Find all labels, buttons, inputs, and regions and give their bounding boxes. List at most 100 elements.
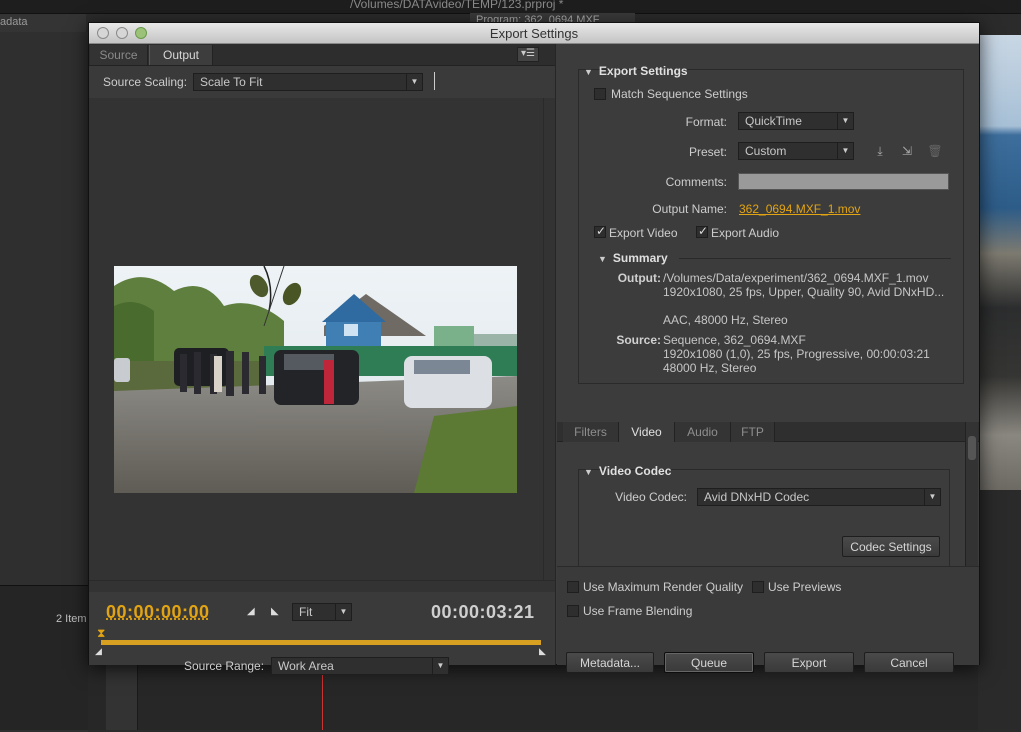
playhead-marker-icon[interactable]: ⧗: [97, 626, 105, 641]
export-video-label: Export Video: [609, 226, 678, 240]
frame-blending-label: Use Frame Blending: [583, 604, 692, 618]
summary-source-label: Source:: [603, 333, 661, 347]
summary-output-line: /Volumes/Data/experiment/362_0694.MXF_1.…: [663, 271, 928, 285]
summary-source-line: 48000 Hz, Stereo: [663, 361, 756, 375]
program-monitor-preview: [978, 35, 1021, 490]
duration-timecode: 00:00:03:21: [431, 602, 535, 623]
source-range-value: Work Area: [278, 659, 334, 673]
preset-dropdown[interactable]: Custom ▼: [738, 142, 854, 160]
export-audio-label: Export Audio: [711, 226, 779, 240]
tab-video[interactable]: Video: [619, 422, 675, 442]
summary-heading[interactable]: ▼ Summary: [598, 251, 668, 265]
summary-divider: [679, 258, 951, 259]
tab-output[interactable]: Output: [149, 45, 213, 65]
tab-ftp[interactable]: FTP: [731, 422, 775, 442]
save-preset-icon[interactable]: ⤓: [872, 144, 888, 158]
tab-audio[interactable]: Audio: [675, 422, 731, 442]
crop-divider: [434, 72, 435, 90]
match-sequence-label: Match Sequence Settings: [611, 87, 748, 101]
cancel-button[interactable]: Cancel: [864, 652, 954, 673]
chevron-down-icon: ▼: [924, 489, 940, 505]
timeline-panel: [88, 665, 978, 730]
project-title: /Volumes/DATAvideo/TEMP/123.prproj *: [350, 0, 563, 11]
export-settings-heading-text: Export Settings: [599, 64, 688, 78]
summary-heading-text: Summary: [613, 251, 668, 265]
summary-output-line: AAC, 48000 Hz, Stereo: [663, 313, 788, 327]
metadata-button[interactable]: Metadata...: [566, 652, 654, 673]
zoom-fit-dropdown[interactable]: Fit ▼: [292, 603, 352, 621]
output-name-link[interactable]: 362_0694.MXF_1.mov: [739, 202, 860, 216]
frame-blending-checkbox[interactable]: [567, 605, 579, 617]
tools-panel: [106, 665, 138, 730]
use-previews-label: Use Previews: [768, 580, 841, 594]
range-end-handle-icon[interactable]: ◣: [539, 646, 546, 657]
max-render-quality-checkbox[interactable]: [567, 581, 579, 593]
video-frame: [114, 266, 517, 493]
summary-output-line: 1920x1080, 25 fps, Upper, Quality 90, Av…: [663, 285, 944, 299]
use-previews-checkbox[interactable]: [752, 581, 764, 593]
set-out-point-icon[interactable]: ◣: [271, 606, 282, 617]
source-range-label: Source Range:: [184, 659, 264, 673]
current-timecode[interactable]: 00:00:00:00: [106, 602, 210, 623]
chevron-down-icon: ▼: [837, 113, 853, 129]
scrollbar-thumb[interactable]: [968, 436, 976, 460]
export-settings-heading[interactable]: ▼ Export Settings: [584, 64, 688, 78]
triangle-expanded-icon: ▼: [598, 254, 607, 264]
codec-settings-button[interactable]: Codec Settings: [842, 536, 940, 557]
summary-source-line: Sequence, 362_0694.MXF: [663, 333, 806, 347]
chevron-down-icon: ▼: [406, 74, 422, 90]
video-codec-group: ▼ Video Codec Video Codec: Avid DNxHD Cod…: [578, 469, 950, 569]
export-video-checkbox[interactable]: [594, 226, 606, 238]
video-codec-dropdown[interactable]: Avid DNxHD Codec ▼: [697, 488, 941, 506]
dialog-title: Export Settings: [89, 26, 979, 41]
dialog-titlebar[interactable]: Export Settings: [89, 23, 979, 44]
chevron-down-icon: ▼: [837, 143, 853, 159]
delete-preset-icon[interactable]: 🗑: [927, 144, 943, 158]
export-settings-dialog: Export Settings Source Output ▾☰ Source …: [88, 22, 980, 665]
video-codec-heading[interactable]: ▼ Video Codec: [584, 464, 671, 478]
queue-button[interactable]: Queue: [664, 652, 754, 673]
video-codec-value: Avid DNxHD Codec: [704, 490, 809, 504]
export-button[interactable]: Export: [764, 652, 854, 673]
program-monitor-controls: [978, 490, 1021, 730]
tab-filters[interactable]: Filters: [563, 422, 619, 442]
video-preview-area: [89, 98, 543, 580]
max-render-quality-label: Use Maximum Render Quality: [583, 580, 743, 594]
export-audio-checkbox[interactable]: [696, 226, 708, 238]
panel-menu-icon[interactable]: ▾☰: [517, 47, 539, 62]
range-start-handle-icon[interactable]: ◢: [95, 646, 102, 657]
preset-value: Custom: [745, 144, 786, 158]
comments-field[interactable]: [738, 173, 949, 190]
summary-output-label: Output:: [603, 271, 661, 285]
video-codec-label: Video Codec:: [599, 490, 687, 504]
match-sequence-checkbox[interactable]: [594, 88, 606, 100]
preset-label: Preset:: [639, 145, 727, 159]
settings-pane: ▼ Export Settings Match Sequence Settings…: [557, 44, 979, 665]
video-settings-area: ▼ Video Codec Video Codec: Avid DNxHD Cod…: [557, 442, 965, 566]
import-preset-icon[interactable]: ⇲: [899, 144, 915, 158]
chevron-down-icon: ▼: [335, 604, 351, 620]
source-range-dropdown[interactable]: Work Area ▼: [271, 657, 449, 675]
project-panel: [0, 585, 88, 730]
preview-vertical-scrollbar[interactable]: [543, 98, 555, 580]
set-in-point-icon[interactable]: ◢: [247, 606, 258, 617]
tab-metadata[interactable]: adata: [0, 14, 86, 32]
triangle-expanded-icon: ▼: [584, 67, 593, 77]
source-scaling-value: Scale To Fit: [200, 75, 262, 89]
export-settings-group: ▼ Export Settings Match Sequence Settings…: [578, 69, 964, 384]
format-label: Format:: [639, 115, 727, 129]
source-scaling-dropdown[interactable]: Scale To Fit ▼: [193, 73, 423, 91]
work-area-bar[interactable]: [101, 640, 541, 645]
export-options-area: Use Maximum Render Quality Use Previews …: [557, 566, 979, 665]
zoom-fit-value: Fit: [299, 605, 312, 619]
preview-pane: Source Output ▾☰ Source Scaling: Scale T…: [89, 44, 556, 665]
source-scaling-label: Source Scaling:: [103, 75, 187, 89]
settings-vertical-scrollbar[interactable]: [965, 422, 978, 567]
format-value: QuickTime: [745, 114, 802, 128]
tab-source[interactable]: Source: [90, 45, 148, 65]
output-name-label: Output Name:: [619, 202, 727, 216]
settings-tabbar: Filters Video Audio FTP: [557, 422, 979, 442]
chevron-down-icon: ▼: [432, 658, 448, 674]
format-dropdown[interactable]: QuickTime ▼: [738, 112, 854, 130]
preview-horizontal-scrollbar[interactable]: [89, 580, 555, 592]
